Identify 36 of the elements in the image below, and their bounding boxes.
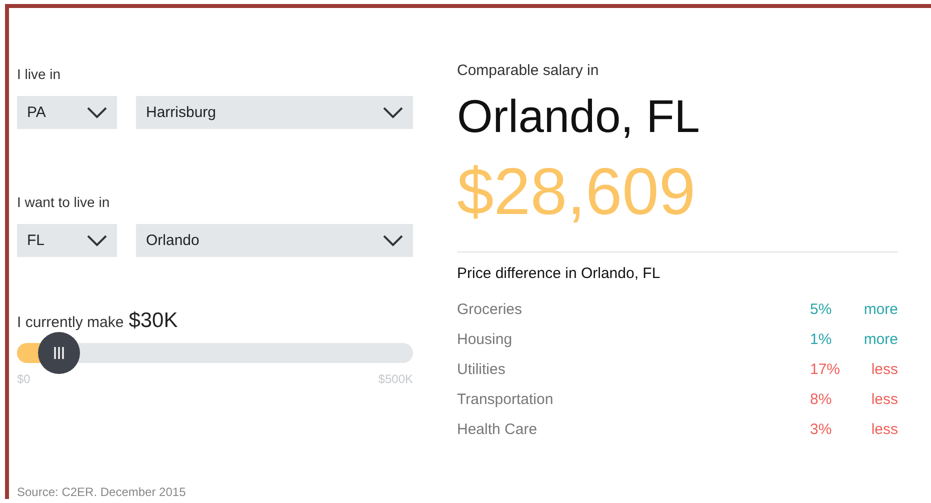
- field-label: I want to live in: [17, 194, 111, 212]
- chevron-down-icon: [383, 106, 403, 118]
- category-label: Transportation: [457, 390, 554, 408]
- city-dropdown[interactable]: Harrisburg: [136, 96, 413, 129]
- chevron-down-icon: [383, 234, 403, 246]
- min-label: $0: [17, 372, 30, 386]
- salary-value: $30K: [128, 309, 178, 333]
- section-title: Price difference in Orlando, FL: [457, 265, 662, 282]
- direction-label: more: [862, 300, 898, 318]
- chevron-down-icon: [87, 106, 107, 118]
- direction-label: less: [870, 420, 898, 438]
- field-label: I live in: [17, 66, 62, 84]
- salary-slider[interactable]: [17, 332, 413, 374]
- direction-label: less: [870, 360, 898, 378]
- direction-label: less: [870, 390, 898, 408]
- city-dropdown[interactable]: Orlando: [136, 224, 413, 257]
- category-label: Housing: [457, 330, 514, 348]
- percent-value: 17%: [810, 360, 842, 378]
- percent-value: 8%: [810, 390, 833, 408]
- slider-thumb[interactable]: [38, 332, 80, 374]
- percent-value: 1%: [810, 330, 833, 348]
- result-city: Orlando, FL: [457, 89, 701, 143]
- state-dropdown[interactable]: PA: [17, 96, 117, 129]
- result-amount: $28,609: [457, 153, 697, 229]
- category-label: Groceries: [457, 300, 524, 318]
- category-label: Health Care: [457, 420, 538, 438]
- percent-value: 3%: [810, 420, 833, 438]
- state-dropdown[interactable]: FL: [17, 224, 117, 257]
- chevron-down-icon: [87, 234, 107, 246]
- source-note: Source: C2ER. December 2015: [17, 485, 187, 499]
- percent-value: 5%: [810, 300, 833, 318]
- max-label: $500K: [378, 372, 413, 386]
- salary-label: I currently make: [17, 314, 124, 331]
- category-label: Utilities: [457, 360, 506, 378]
- direction-label: more: [862, 330, 898, 348]
- result-label: Comparable salary in: [457, 62, 600, 79]
